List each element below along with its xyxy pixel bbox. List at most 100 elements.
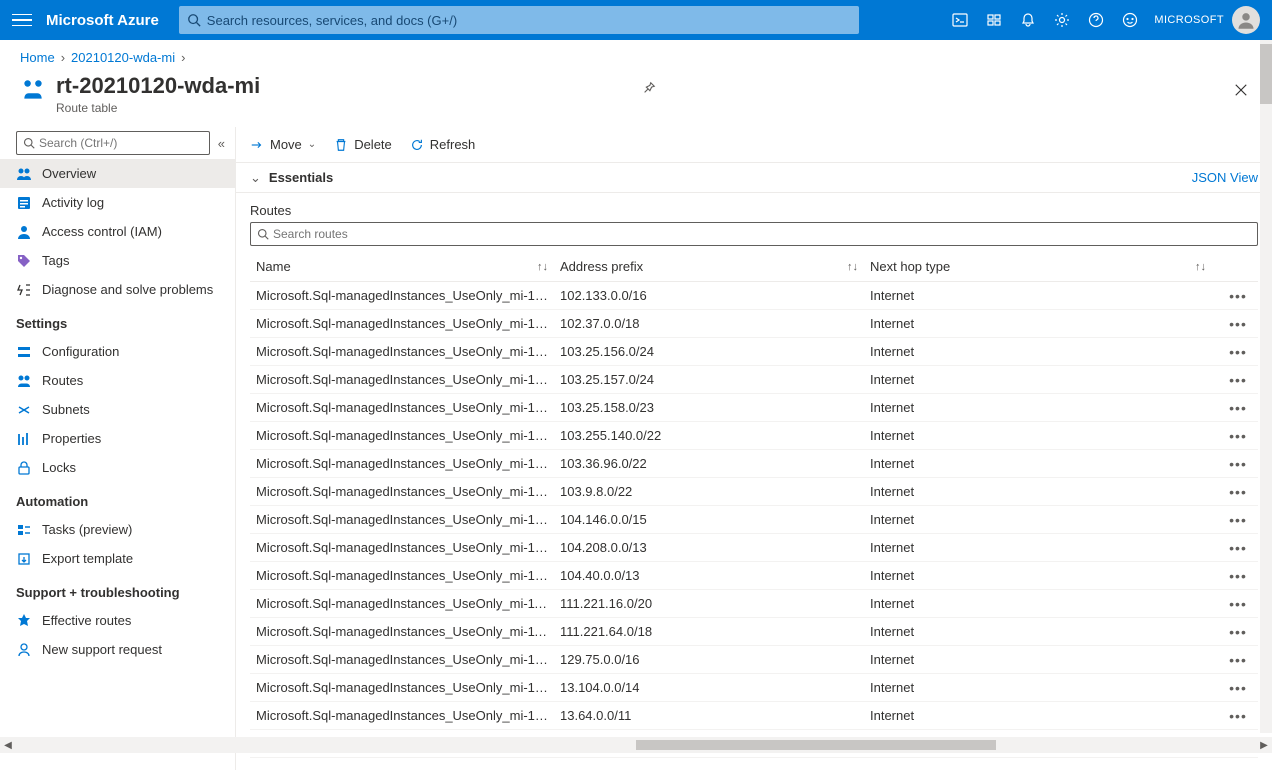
table-row[interactable]: Microsoft.Sql-managedInstances_UseOnly_m… [250,394,1258,422]
essentials-bar: ⌄ Essentials JSON View [236,163,1272,193]
avatar[interactable] [1232,6,1260,34]
cell-addr: 13.104.0.0/14 [560,680,870,695]
json-view-link[interactable]: JSON View [1192,170,1258,185]
horizontal-scrollbar[interactable]: ◀ ▶ [0,737,1272,753]
directories-icon[interactable] [986,12,1002,28]
sidebar-item-routes[interactable]: Routes [0,366,235,395]
scroll-right-arrow[interactable]: ▶ [1256,740,1272,751]
col-addr[interactable]: Address prefix↑↓ [560,259,870,274]
row-more-icon[interactable]: ••• [1218,456,1258,472]
pin-icon[interactable] [642,81,656,95]
table-row[interactable]: Microsoft.Sql-managedInstances_UseOnly_m… [250,702,1258,730]
breadcrumb-resource[interactable]: 20210120-wda-mi [71,50,175,65]
help-icon[interactable] [1088,12,1104,28]
table-row[interactable]: Microsoft.Sql-managedInstances_UseOnly_m… [250,450,1258,478]
table-row[interactable]: Microsoft.Sql-managedInstances_UseOnly_m… [250,310,1258,338]
scrollbar-thumb[interactable] [1260,44,1272,104]
table-row[interactable]: Microsoft.Sql-managedInstances_UseOnly_m… [250,534,1258,562]
scrollbar-thumb[interactable] [636,740,996,750]
table-row[interactable]: Microsoft.Sql-managedInstances_UseOnly_m… [250,590,1258,618]
cell-name: Microsoft.Sql-managedInstances_UseOnly_m… [250,680,560,695]
cell-hop: Internet [870,680,1218,695]
row-more-icon[interactable]: ••• [1218,484,1258,500]
sidebar-item-tasks[interactable]: Tasks (preview) [0,515,235,544]
sidebar-item-eff[interactable]: Effective routes [0,606,235,635]
routes-search[interactable] [250,222,1258,246]
row-more-icon[interactable]: ••• [1218,372,1258,388]
row-more-icon[interactable]: ••• [1218,288,1258,304]
global-search-input[interactable] [207,13,851,28]
cloud-shell-icon[interactable] [952,12,968,28]
sidebar-item-config[interactable]: Configuration [0,337,235,366]
cell-hop: Internet [870,400,1218,415]
sidebar-search-input[interactable] [39,136,203,150]
row-more-icon[interactable]: ••• [1218,316,1258,332]
sidebar-item-support[interactable]: New support request [0,635,235,664]
cell-addr: 103.25.157.0/24 [560,372,870,387]
page-title: rt-20210120-wda-mi [56,73,630,99]
close-icon[interactable] [1230,79,1252,101]
sort-icon: ↑↓ [537,261,548,273]
essentials-label[interactable]: Essentials [269,170,1192,185]
row-more-icon[interactable]: ••• [1218,680,1258,696]
page-subtitle: Route table [56,101,630,115]
row-more-icon[interactable]: ••• [1218,624,1258,640]
sidebar-item-people[interactable]: Overview [0,159,235,188]
cell-addr: 102.37.0.0/18 [560,316,870,331]
table-row[interactable]: Microsoft.Sql-managedInstances_UseOnly_m… [250,366,1258,394]
row-more-icon[interactable]: ••• [1218,596,1258,612]
vertical-scrollbar[interactable] [1260,40,1272,733]
menu-icon[interactable] [12,10,32,30]
refresh-button[interactable]: Refresh [410,137,476,152]
row-more-icon[interactable]: ••• [1218,568,1258,584]
collapse-sidebar-icon[interactable]: « [216,134,227,153]
sidebar-item-props[interactable]: Properties [0,424,235,453]
subnets-icon [16,402,32,418]
sidebar-item-export[interactable]: Export template [0,544,235,573]
sidebar-item-subnets[interactable]: Subnets [0,395,235,424]
row-more-icon[interactable]: ••• [1218,400,1258,416]
sidebar-item-tag[interactable]: Tags [0,246,235,275]
sidebar-item-log[interactable]: Activity log [0,188,235,217]
row-more-icon[interactable]: ••• [1218,428,1258,444]
sidebar-item-diag[interactable]: Diagnose and solve problems [0,275,235,304]
table-row[interactable]: Microsoft.Sql-managedInstances_UseOnly_m… [250,506,1258,534]
notifications-icon[interactable] [1020,12,1036,28]
feedback-icon[interactable] [1122,12,1138,28]
table-row[interactable]: Microsoft.Sql-managedInstances_UseOnly_m… [250,618,1258,646]
table-row[interactable]: Microsoft.Sql-managedInstances_UseOnly_m… [250,338,1258,366]
row-more-icon[interactable]: ••• [1218,540,1258,556]
cell-addr: 104.208.0.0/13 [560,540,870,555]
col-hop[interactable]: Next hop type↑↓ [870,259,1218,274]
sidebar-item-person[interactable]: Access control (IAM) [0,217,235,246]
brand-label[interactable]: Microsoft Azure [46,12,159,29]
scroll-left-arrow[interactable]: ◀ [0,740,16,751]
move-button[interactable]: Move ⌄ [250,137,316,152]
sidebar-item-label: Effective routes [42,613,131,628]
cell-name: Microsoft.Sql-managedInstances_UseOnly_m… [250,484,560,499]
routes-icon [16,373,32,389]
global-search[interactable] [179,6,859,34]
sidebar-item-lock[interactable]: Locks [0,453,235,482]
table-row[interactable]: Microsoft.Sql-managedInstances_UseOnly_m… [250,674,1258,702]
table-row[interactable]: Microsoft.Sql-managedInstances_UseOnly_m… [250,282,1258,310]
table-row[interactable]: Microsoft.Sql-managedInstances_UseOnly_m… [250,478,1258,506]
chevron-down-icon[interactable]: ⌄ [250,170,261,186]
sidebar-section-header: Settings [0,304,235,337]
row-more-icon[interactable]: ••• [1218,512,1258,528]
table-row[interactable]: Microsoft.Sql-managedInstances_UseOnly_m… [250,646,1258,674]
delete-button[interactable]: Delete [334,137,392,152]
row-more-icon[interactable]: ••• [1218,652,1258,668]
table-row[interactable]: Microsoft.Sql-managedInstances_UseOnly_m… [250,422,1258,450]
col-name[interactable]: Name↑↓ [250,259,560,274]
toolbar: Move ⌄ Delete Refresh [236,127,1272,163]
breadcrumb-home[interactable]: Home [20,50,55,65]
table-row[interactable]: Microsoft.Sql-managedInstances_UseOnly_m… [250,562,1258,590]
routes-search-input[interactable] [273,227,1251,241]
settings-icon[interactable] [1054,12,1070,28]
account-label: MICROSOFT [1154,14,1224,26]
row-more-icon[interactable]: ••• [1218,344,1258,360]
account[interactable]: MICROSOFT [1154,6,1260,34]
sidebar-search[interactable] [16,131,210,155]
row-more-icon[interactable]: ••• [1218,708,1258,724]
